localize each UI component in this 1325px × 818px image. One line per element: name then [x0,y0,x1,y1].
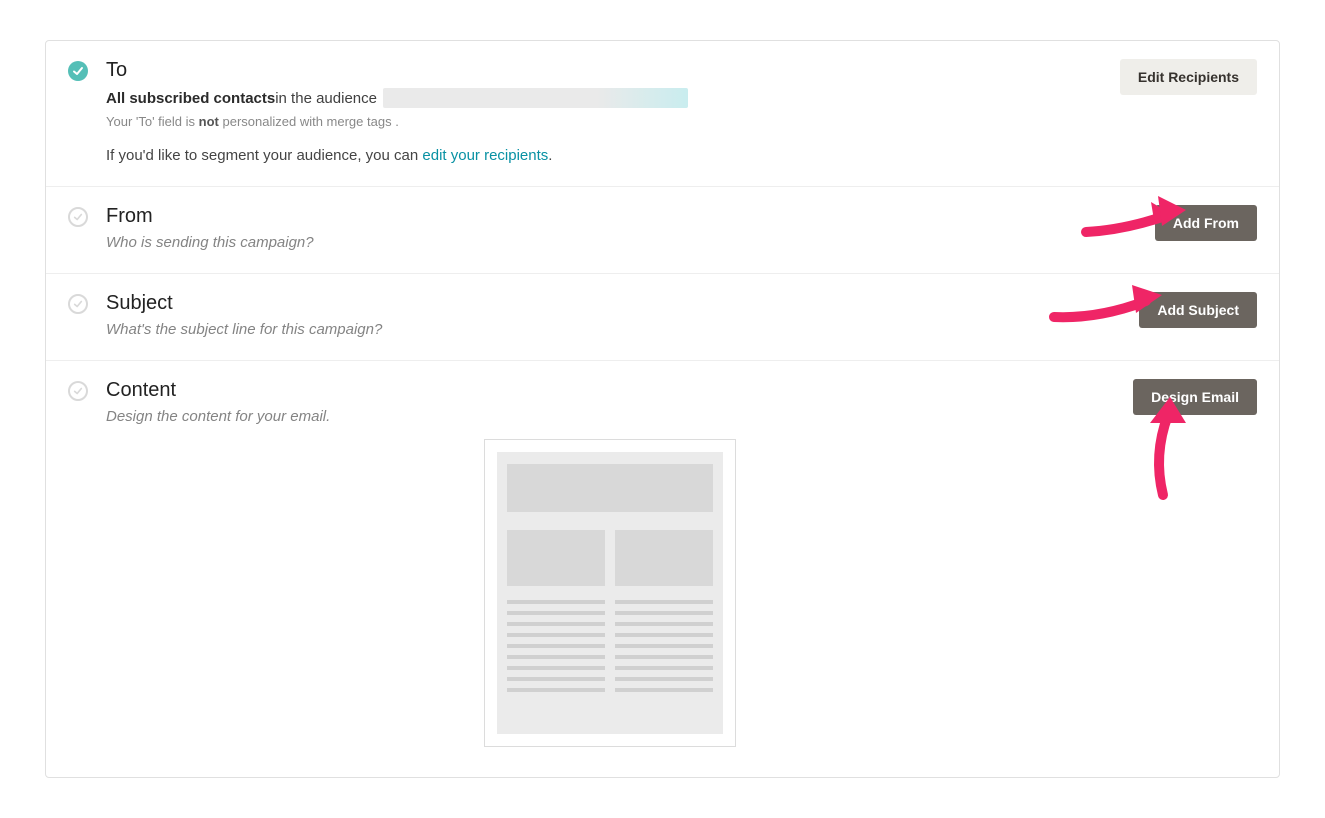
check-icon [68,207,88,227]
subject-content: Subject What's the subject line for this… [106,292,1119,338]
to-segment-line: If you'd like to segment your audience, … [106,147,1100,164]
placeholder-columns [507,530,713,699]
audience-name-redacted [383,88,688,108]
check-icon [68,294,88,314]
add-subject-button[interactable]: Add Subject [1139,292,1257,328]
subject-hint: What's the subject line for this campaig… [106,321,1119,338]
edit-recipients-link[interactable]: edit your recipients [422,147,548,164]
content-col: Content Design the content for your emai… [106,379,1113,747]
to-content: To All subscribed contacts in the audien… [106,59,1100,164]
section-to: To All subscribed contacts in the audien… [46,41,1279,187]
content-action: Design Email [1113,379,1257,415]
email-preview-inner [497,452,723,734]
status-col [68,379,106,401]
edit-recipients-button[interactable]: Edit Recipients [1120,59,1257,95]
subject-title: Subject [106,292,1119,315]
placeholder-image [615,530,713,586]
to-title: To [106,59,1100,82]
from-content: From Who is sending this campaign? [106,205,1135,251]
to-personalization-note: Your 'To' field is not personalized with… [106,114,1100,129]
section-from: From Who is sending this campaign? Add F… [46,187,1279,274]
to-action: Edit Recipients [1100,59,1257,95]
from-hint: Who is sending this campaign? [106,234,1135,251]
email-preview-card[interactable] [484,439,736,747]
to-summary-bold: All subscribed contacts [106,90,275,107]
to-summary-rest: in the audience [275,90,377,107]
from-title: From [106,205,1135,228]
content-title: Content [106,379,1113,402]
check-icon [68,381,88,401]
status-col [68,205,106,227]
add-from-button[interactable]: Add From [1155,205,1257,241]
placeholder-col-left [507,530,605,699]
subject-action: Add Subject [1119,292,1257,328]
placeholder-col-right [615,530,713,699]
email-preview [106,439,1113,747]
placeholder-image [507,530,605,586]
content-hint: Design the content for your email. [106,408,1113,425]
section-content: Content Design the content for your emai… [46,361,1279,777]
status-col [68,59,106,81]
placeholder-header [507,464,713,512]
to-summary: All subscribed contacts in the audience [106,88,1100,108]
status-col [68,292,106,314]
section-subject: Subject What's the subject line for this… [46,274,1279,361]
campaign-setup-panel: To All subscribed contacts in the audien… [45,40,1280,778]
check-icon [68,61,88,81]
design-email-button[interactable]: Design Email [1133,379,1257,415]
from-action: Add From [1135,205,1257,241]
